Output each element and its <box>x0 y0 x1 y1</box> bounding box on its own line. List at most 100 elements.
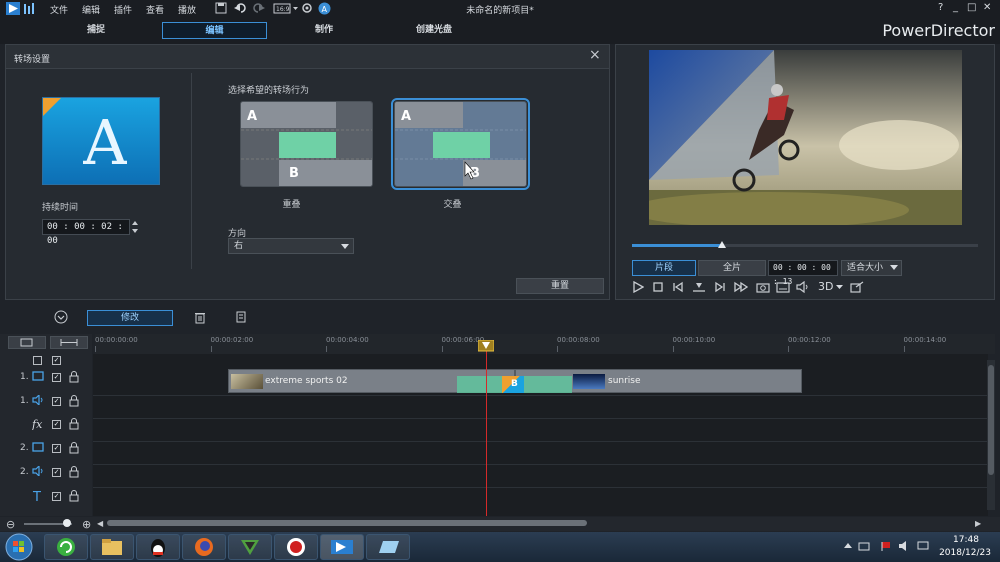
lock-icon[interactable] <box>69 466 79 478</box>
tray-network-icon[interactable] <box>916 540 930 552</box>
maximize-button[interactable]: □ <box>967 2 976 13</box>
clip-mode-button[interactable]: 片段 <box>632 260 696 276</box>
taskbar-app-qq[interactable] <box>136 534 180 560</box>
vertical-scroll-thumb[interactable] <box>988 365 994 475</box>
minimize-button[interactable]: _ <box>953 2 958 13</box>
scroll-left-icon[interactable]: ◀ <box>97 519 103 528</box>
tab-capture[interactable]: 捕捉 <box>56 22 136 39</box>
taskbar-app-firefox[interactable] <box>182 534 226 560</box>
track-enable-checkbox[interactable]: ✓ <box>52 373 61 382</box>
brand-name: PowerDirector <box>882 21 995 40</box>
ruler-tick <box>557 346 558 352</box>
zoom-chevron-icon[interactable] <box>890 265 898 271</box>
tray-flag-icon[interactable] <box>880 540 892 552</box>
lock-icon[interactable] <box>69 395 79 407</box>
transition-marker[interactable]: B <box>502 376 524 393</box>
trash-icon[interactable] <box>194 311 206 324</box>
playhead-handle[interactable] <box>478 340 494 352</box>
taskbar-app-explorer[interactable] <box>90 534 134 560</box>
option-overlap[interactable]: A B <box>240 101 373 187</box>
tray-chevron-icon[interactable] <box>843 541 853 551</box>
play-icon[interactable] <box>632 281 644 293</box>
direction-dropdown[interactable]: 右 <box>228 238 354 254</box>
ruler-tick <box>210 346 212 352</box>
chevron-down-icon[interactable] <box>341 244 349 250</box>
update-icon[interactable]: A <box>318 2 331 15</box>
taskbar-app-recorder[interactable] <box>274 534 318 560</box>
preview-video <box>649 50 962 225</box>
track-enable-checkbox[interactable]: ✓ <box>52 420 61 429</box>
start-button[interactable] <box>4 533 34 561</box>
tray-keyboard-icon[interactable] <box>858 540 870 552</box>
tab-produce[interactable]: 制作 <box>284 22 364 39</box>
duration-input[interactable]: 00 : 00 : 02 : 00 <box>42 219 130 246</box>
direction-value: 右 <box>234 241 244 251</box>
lock-icon[interactable] <box>69 442 79 454</box>
lock-icon[interactable] <box>69 418 79 430</box>
gear-icon[interactable] <box>301 2 313 14</box>
volume-icon[interactable] <box>796 281 810 293</box>
scroll-right-icon[interactable]: ▶ <box>975 519 981 528</box>
lock-icon[interactable] <box>69 371 79 383</box>
previous-frame-icon[interactable] <box>672 281 684 293</box>
zoom-slider-handle[interactable] <box>63 519 71 527</box>
aspect-ratio-icon[interactable]: 16:9 <box>273 2 299 14</box>
3d-toggle[interactable]: 3D <box>818 280 833 293</box>
timecode-display[interactable]: 00 : 00 : 00 : 13 <box>768 260 838 286</box>
taskbar-time[interactable]: 17:48 <box>943 535 989 545</box>
fit-timeline-button[interactable] <box>50 336 88 349</box>
ruler-tick <box>95 346 96 352</box>
properties-icon[interactable] <box>235 311 247 324</box>
collapse-chevron-icon[interactable] <box>54 310 68 324</box>
save-icon[interactable] <box>215 2 227 14</box>
horizontal-scroll-thumb[interactable] <box>107 520 587 526</box>
menu-edit[interactable]: 编辑 <box>82 3 100 16</box>
tray-volume-icon[interactable] <box>898 540 910 552</box>
tab-create-disc[interactable]: 创建光盘 <box>394 22 474 39</box>
scrubber-handle[interactable] <box>717 241 726 249</box>
menu-file[interactable]: 文件 <box>50 3 68 16</box>
next-frame-icon[interactable] <box>714 281 726 293</box>
timeline-view-button[interactable] <box>8 336 46 349</box>
menu-playback[interactable]: 播放 <box>178 3 196 16</box>
fast-forward-icon[interactable] <box>734 281 748 293</box>
track-enable-checkbox[interactable]: ✓ <box>52 468 61 477</box>
undo-icon[interactable] <box>234 2 246 14</box>
taskbar-app-notes[interactable] <box>366 534 410 560</box>
reset-button[interactable]: 重置 <box>516 278 604 294</box>
3d-chevron-icon[interactable] <box>836 285 843 290</box>
menu-plugins[interactable]: 插件 <box>114 3 132 16</box>
option-cross[interactable]: A B <box>391 98 530 190</box>
track-header-row: 2. ✓ <box>0 439 92 462</box>
track-number: 2. <box>20 443 29 453</box>
zoom-out-icon[interactable]: ⊖ <box>6 518 15 531</box>
subtitle-icon[interactable] <box>776 281 790 293</box>
undock-icon[interactable] <box>850 281 864 293</box>
duration-spinner[interactable] <box>131 219 139 235</box>
stop-icon[interactable] <box>652 281 664 293</box>
redo-icon[interactable] <box>253 2 265 14</box>
track-enable-checkbox[interactable]: ✓ <box>52 397 61 406</box>
tab-edit[interactable]: 编辑 <box>162 22 267 39</box>
modify-button[interactable]: 修改 <box>87 310 173 326</box>
menu-view[interactable]: 查看 <box>146 3 164 16</box>
taskbar-app-360[interactable] <box>44 534 88 560</box>
movie-mode-button[interactable]: 全片 <box>698 260 766 276</box>
split-icon[interactable] <box>692 281 706 293</box>
lock-icon[interactable] <box>69 490 79 502</box>
master-select-checkbox[interactable] <box>33 356 42 365</box>
close-window-button[interactable]: ✕ <box>983 2 991 13</box>
svg-text:16:9: 16:9 <box>276 6 290 13</box>
help-button[interactable]: ? <box>938 2 943 13</box>
track-enable-checkbox[interactable]: ✓ <box>52 492 61 501</box>
taskbar-app-powerdirector[interactable] <box>320 534 364 560</box>
ruler-tick <box>326 346 327 352</box>
snapshot-icon[interactable] <box>756 281 770 293</box>
master-enable-checkbox[interactable]: ✓ <box>52 356 61 365</box>
vertical-scrollbar[interactable] <box>987 360 995 510</box>
close-icon[interactable]: × <box>589 47 601 63</box>
taskbar-date[interactable]: 2018/12/23 <box>935 548 995 558</box>
track-enable-checkbox[interactable]: ✓ <box>52 444 61 453</box>
taskbar-app-editor[interactable] <box>228 534 272 560</box>
zoom-in-icon[interactable]: ⊕ <box>82 518 91 531</box>
